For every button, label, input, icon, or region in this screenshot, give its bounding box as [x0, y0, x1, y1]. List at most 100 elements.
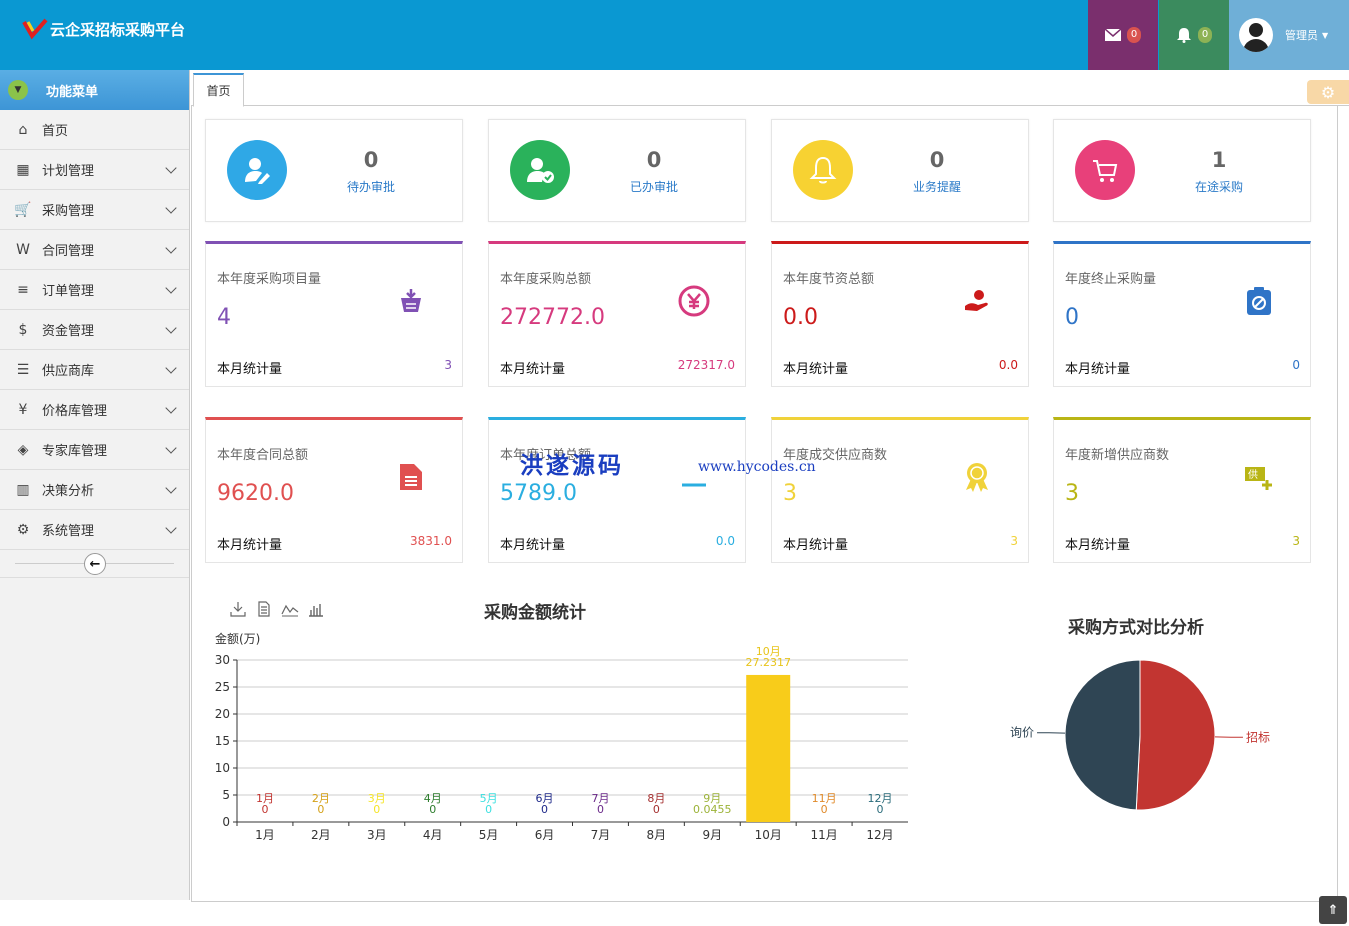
notifications-button[interactable]: 0	[1159, 0, 1229, 70]
sidebar-item-label: 价格库管理	[42, 404, 108, 419]
bar-value-label: 0	[653, 803, 660, 816]
x-tick-label: 9月	[702, 828, 722, 842]
sidebar-item-0[interactable]: ⌂ 首页	[0, 110, 189, 150]
sidebar-item-label: 合同管理	[42, 244, 95, 259]
card-month-label: 本月统计量	[783, 538, 849, 553]
user-menu[interactable]: 管理员 ▼	[1229, 0, 1349, 70]
card-month-label: 本月统计量	[1065, 538, 1131, 553]
card-value: 3	[783, 481, 797, 506]
top-bar: 云企采招标采购平台 0 0 管理员 ▼	[0, 0, 1349, 70]
sidebar-collapse-row: ←	[0, 550, 189, 578]
x-tick-label: 7月	[591, 828, 611, 842]
chevron-down-icon	[165, 282, 177, 294]
bar-value-label: 0	[877, 803, 884, 816]
card-month-label: 本月统计量	[500, 362, 566, 377]
sidebar-header[interactable]: ▼ 功能菜单	[0, 70, 189, 110]
stat-label[interactable]: 在途采购	[1164, 178, 1274, 195]
bell-icon	[793, 140, 853, 200]
y-tick-label: 0	[222, 815, 230, 829]
stat-value: 1	[1211, 148, 1227, 172]
y-axis-label: 金额(万)	[215, 631, 260, 646]
stat-value: 0	[646, 148, 662, 172]
stat-label[interactable]: 业务提醒	[882, 178, 992, 195]
card-month-label: 本月统计量	[217, 362, 283, 377]
list-icon: ≡	[17, 281, 29, 298]
summary-card[interactable]: 年度成交供应商数 3 本月统计量 3	[771, 417, 1029, 563]
cubes-icon: ◈	[17, 441, 29, 458]
line-chart-icon[interactable]	[281, 600, 299, 618]
sidebar-item-label: 系统管理	[42, 524, 95, 539]
avatar	[1239, 18, 1273, 52]
arrow-left-icon[interactable]: ←	[84, 553, 106, 575]
card-month-label: 本月统计量	[1065, 362, 1131, 377]
app-logo[interactable]: 云企采招标采购平台	[22, 18, 185, 40]
summary-card[interactable]: 本年度订单总额 5789.0 本月统计量 0.0	[488, 417, 746, 563]
home-icon: ⌂	[18, 121, 28, 138]
stat-label[interactable]: 已办审批	[599, 178, 709, 195]
money-file-icon: $	[18, 321, 28, 338]
download-icon[interactable]	[229, 600, 247, 618]
x-tick-label: 5月	[479, 828, 499, 842]
card-value: 272772.0	[500, 305, 605, 330]
card-value: 9620.0	[217, 481, 294, 506]
ban-clipboard-icon	[1242, 284, 1276, 318]
scroll-top-button[interactable]: ⇑	[1319, 896, 1347, 924]
sidebar-item-8[interactable]: ◈ 专家库管理	[0, 430, 189, 470]
bar-value-label: 0.0455	[693, 803, 732, 816]
sidebar-item-3[interactable]: W 合同管理	[0, 230, 189, 270]
bar-chart-icon[interactable]	[307, 600, 325, 618]
caret-down-icon: ▼	[1322, 30, 1329, 40]
messages-button[interactable]: 0	[1088, 0, 1158, 70]
chevron-down-icon	[165, 202, 177, 214]
pie-chart: 招标 询价	[1010, 659, 1270, 811]
summary-card[interactable]: 本年度采购总额 272772.0 本月统计量 272317.0	[488, 241, 746, 387]
sidebar-item-10[interactable]: ⚙ 系统管理	[0, 510, 189, 550]
sidebar-item-2[interactable]: 🛒 采购管理	[0, 190, 189, 230]
sidebar-item-4[interactable]: ≡ 订单管理	[0, 270, 189, 310]
bar-chart: 金额(万)0510152025301月1月02月2月03月3月04月4月05月5…	[215, 631, 908, 842]
stat-card[interactable]: 0 业务提醒	[771, 119, 1029, 222]
summary-card[interactable]: 本年度合同总额 9620.0 本月统计量 3831.0	[205, 417, 463, 563]
yen-circle-icon	[677, 284, 711, 318]
bar-value-label: 0	[541, 803, 548, 816]
sidebar-item-1[interactable]: ▦ 计划管理	[0, 150, 189, 190]
stat-label[interactable]: 待办审批	[316, 178, 426, 195]
user-edit-icon	[227, 140, 287, 200]
y-tick-label: 20	[215, 707, 230, 721]
notifications-badge: 0	[1197, 27, 1213, 43]
y-tick-label: 10	[215, 761, 230, 775]
bar-chart-icon: ▥	[16, 481, 30, 498]
card-value: 3	[1065, 481, 1079, 506]
settings-gear-icon[interactable]: ⚙	[1307, 80, 1349, 104]
pie-slice	[1135, 659, 1216, 811]
card-month-value: 0.0	[998, 358, 1018, 372]
y-tick-label: 25	[215, 680, 230, 694]
sidebar-item-9[interactable]: ▥ 决策分析	[0, 470, 189, 510]
x-tick-label: 4月	[423, 828, 443, 842]
stat-card[interactable]: 1 在途采购	[1053, 119, 1311, 222]
pie-chart-title: 采购方式对比分析	[1068, 618, 1204, 638]
summary-card[interactable]: 年度终止采购量 0 本月统计量 0	[1053, 241, 1311, 387]
stat-card[interactable]: 0 待办审批	[205, 119, 463, 222]
sidebar-item-7[interactable]: ¥ 价格库管理	[0, 390, 189, 430]
data-view-icon[interactable]	[255, 600, 273, 618]
stat-card[interactable]: 0 已办审批	[488, 119, 746, 222]
summary-card[interactable]: 年度新增供应商数 3 供本月统计量 3	[1053, 417, 1311, 563]
stat-value: 0	[929, 148, 945, 172]
sidebar-item-5[interactable]: $ 资金管理	[0, 310, 189, 350]
sidebar-item-label: 首页	[42, 124, 69, 139]
summary-card[interactable]: 本年度采购项目量 4 本月统计量 3	[205, 241, 463, 387]
building-icon: ▦	[16, 161, 30, 178]
logo-icon	[22, 18, 48, 40]
bar-value-label: 0	[373, 803, 380, 816]
sidebar-item-label: 决策分析	[42, 484, 95, 499]
tab-home[interactable]: 首页	[193, 73, 244, 107]
messages-badge: 0	[1126, 27, 1142, 43]
card-title: 本年度节资总额	[783, 272, 875, 287]
card-title: 年度新增供应商数	[1065, 448, 1170, 463]
sidebar-item-6[interactable]: ☰ 供应商库	[0, 350, 189, 390]
cart-icon: 🛒	[14, 201, 32, 218]
summary-card[interactable]: 本年度节资总额 0.0 本月统计量 0.0	[771, 241, 1029, 387]
bar-value-label: 0	[485, 803, 492, 816]
watermark-text: 洪遂源码	[520, 452, 624, 479]
